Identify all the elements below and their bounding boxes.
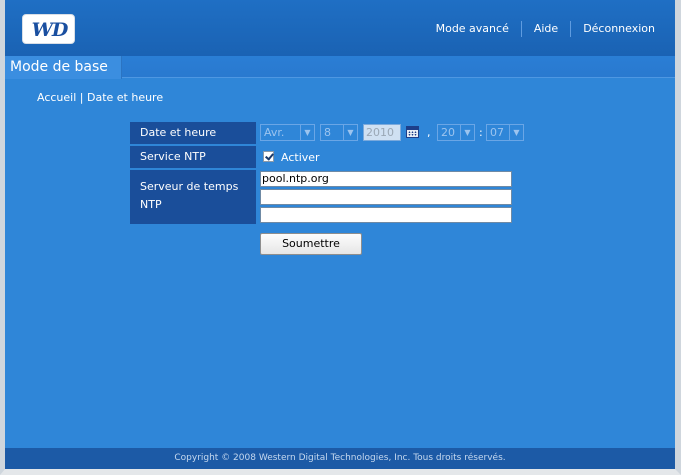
chevron-down-icon: ▼ bbox=[509, 125, 523, 140]
aide-link[interactable]: Aide bbox=[522, 21, 570, 37]
day-value: 8 bbox=[324, 126, 331, 139]
chevron-down-icon: ▼ bbox=[343, 125, 357, 140]
ntp-enable-checkbox[interactable] bbox=[263, 151, 274, 162]
tab-mode-de-base[interactable]: Mode de base bbox=[5, 56, 122, 79]
minute-value: 07 bbox=[490, 126, 504, 139]
breadcrumb: Accueil | Date et heure bbox=[37, 91, 164, 104]
ntp-server-input-1[interactable]: pool.ntp.org bbox=[260, 171, 512, 187]
month-value: Avr. bbox=[264, 126, 285, 139]
ntp-server-input-2[interactable] bbox=[260, 189, 512, 205]
mode-avance-link[interactable]: Mode avancé bbox=[424, 21, 521, 37]
ntp-server-label: Serveur de temps NTP bbox=[130, 170, 256, 224]
chevron-down-icon: ▼ bbox=[460, 125, 474, 140]
ntp-enable-label[interactable]: Activer bbox=[281, 151, 320, 164]
submit-button[interactable]: Soumettre bbox=[260, 233, 362, 255]
logo-text: WD bbox=[31, 19, 69, 41]
year-input[interactable]: 2010 bbox=[363, 124, 401, 141]
date-time-comma: , bbox=[427, 126, 431, 139]
wd-logo: WD bbox=[22, 14, 75, 44]
chevron-down-icon: ▼ bbox=[300, 125, 314, 140]
tab-bar: Mode de base bbox=[5, 56, 675, 79]
top-navigation: Mode avancé Aide Déconnexion bbox=[424, 21, 667, 37]
ntp-service-label: Service NTP bbox=[130, 146, 256, 168]
day-select[interactable]: 8 ▼ bbox=[320, 124, 358, 141]
calendar-icon[interactable] bbox=[406, 126, 419, 138]
month-select[interactable]: Avr. ▼ bbox=[260, 124, 315, 141]
deconnexion-link[interactable]: Déconnexion bbox=[571, 21, 667, 37]
ntp-server-input-3[interactable] bbox=[260, 207, 512, 223]
footer-copyright: Copyright © 2008 Western Digital Technol… bbox=[5, 448, 675, 469]
hour-value: 20 bbox=[441, 126, 455, 139]
date-time-label: Date et heure bbox=[130, 122, 256, 144]
top-header: WD Mode avancé Aide Déconnexion bbox=[5, 0, 675, 57]
hour-select[interactable]: 20 ▼ bbox=[437, 124, 475, 141]
minute-select[interactable]: 07 ▼ bbox=[486, 124, 524, 141]
time-colon: : bbox=[479, 126, 483, 139]
